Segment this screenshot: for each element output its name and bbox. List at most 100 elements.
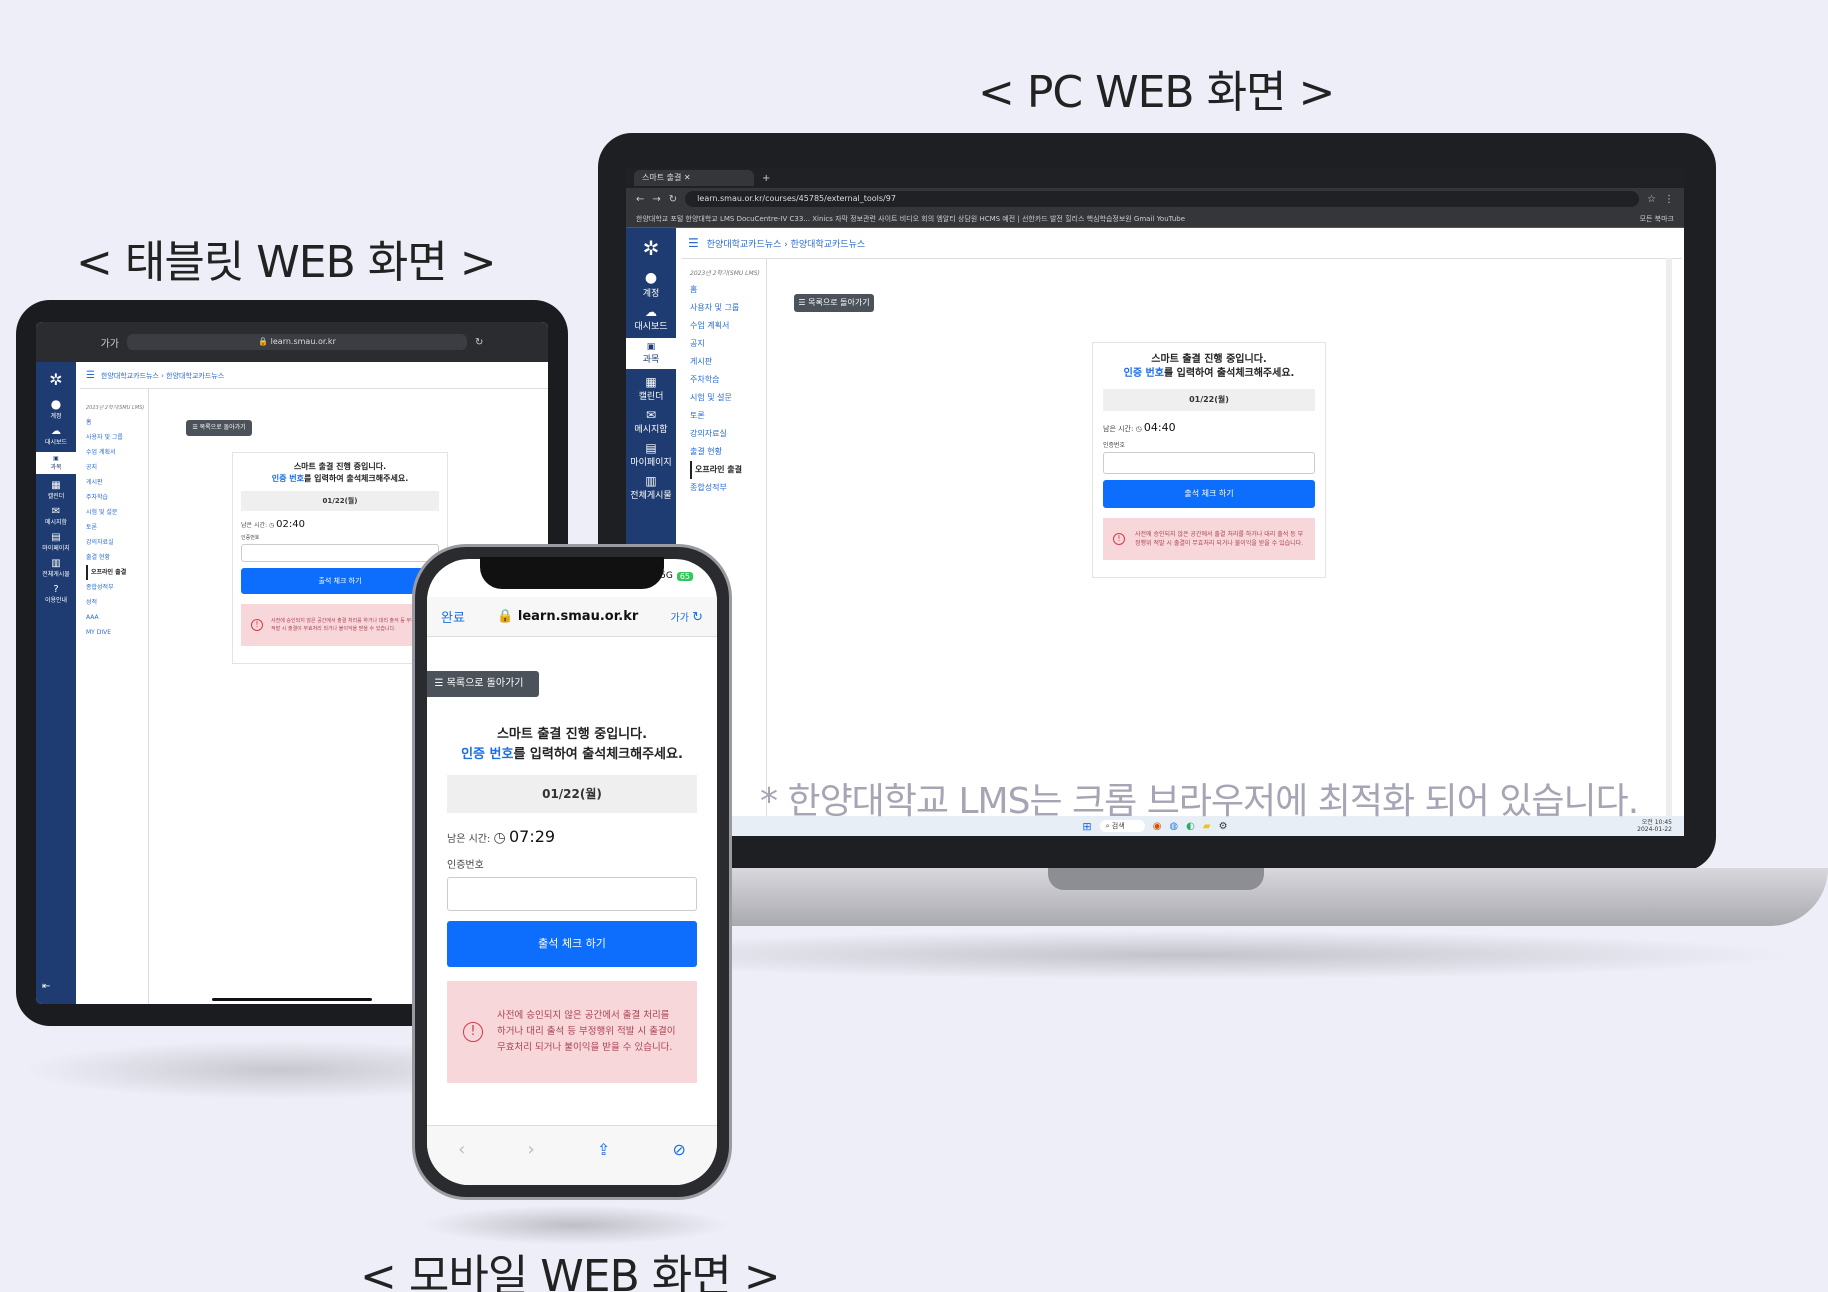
allposts-icon[interactable]: ▥ (36, 558, 76, 569)
reload-icon[interactable]: ↻ (692, 610, 703, 625)
lms-logo-icon[interactable]: ✲ (36, 370, 76, 389)
tablet-side-weekly[interactable]: 주차학습 (86, 490, 148, 505)
allposts-icon[interactable]: ▥ (626, 474, 676, 488)
back-chevron-icon[interactable]: ‹ (458, 1139, 465, 1160)
all-bookmarks[interactable]: 모든 북마크 (1640, 210, 1674, 227)
star-icon[interactable]: ☆ (1647, 194, 1656, 205)
url-input[interactable]: learn.smau.or.kr/courses/45785/external_… (685, 191, 1640, 207)
dashboard-icon[interactable]: ☁ (36, 426, 76, 437)
nav-item-dashboard[interactable]: 대시보드 (626, 319, 676, 332)
account-icon[interactable]: ● (626, 270, 676, 286)
reload-icon[interactable]: ↻ (669, 194, 677, 205)
tablet-side-score[interactable]: 성적 (86, 595, 148, 610)
tablet-side-exam[interactable]: 시험 및 설문 (86, 505, 148, 520)
side-link-syllabus[interactable]: 수업 계획서 (690, 317, 762, 335)
tablet-attendance-submit-button[interactable]: 출석 체크 하기 (241, 568, 439, 594)
page-scrollbar[interactable] (1666, 258, 1672, 818)
tablet-side-notice[interactable]: 공지 (86, 460, 148, 475)
side-link-home[interactable]: 홈 (690, 281, 762, 299)
back-to-list-button[interactable]: ☰ 목록으로 돌아가기 (794, 294, 874, 312)
tablet-side-grades[interactable]: 종합성적부 (86, 580, 148, 595)
aa-label[interactable]: 가가 (101, 335, 119, 350)
mypage-icon[interactable]: ▤ (626, 441, 676, 455)
collapse-nav-icon[interactable]: ⇤ (42, 981, 50, 992)
breadcrumb-text[interactable]: 한양대학교카드뉴스 › 한양대학교카드뉴스 (707, 237, 865, 250)
mobile-url[interactable]: 🔒 learn.smau.or.kr (497, 609, 638, 624)
attendance-submit-button[interactable]: 출석 체크 하기 (1103, 480, 1315, 508)
mobile-attendance-submit-button[interactable]: 출석 체크 하기 (447, 921, 697, 967)
side-link-grades[interactable]: 종합성적부 (690, 479, 762, 497)
tablet-nav-help[interactable]: 이용안내 (36, 595, 76, 604)
side-link-notice[interactable]: 공지 (690, 335, 762, 353)
tablet-breadcrumb-text[interactable]: 한양대학교카드뉴스 › 한양대학교카드뉴스 (101, 371, 224, 381)
compass-icon[interactable]: ⊘ (672, 1140, 685, 1159)
side-link-exam[interactable]: 시험 및 설문 (690, 389, 762, 407)
calendar-icon[interactable]: ▦ (626, 375, 676, 389)
tablet-side-offline-attendance[interactable]: 오프라인 출결 (86, 565, 148, 580)
tablet-side-discussion[interactable]: 토론 (86, 520, 148, 535)
side-link-materials[interactable]: 강의자료실 (690, 425, 762, 443)
dashboard-icon[interactable]: ☁ (626, 305, 676, 319)
account-icon[interactable]: ● (36, 397, 76, 411)
mobile-back-to-list-button[interactable]: ☰ 목록으로 돌아가기 (427, 671, 539, 697)
nav-item-account[interactable]: 계정 (626, 286, 676, 299)
mobile-auth-code-input[interactable] (447, 877, 697, 911)
tablet-side-materials[interactable]: 강의자료실 (86, 535, 148, 550)
help-icon[interactable]: ? (36, 584, 76, 595)
chrome-address-bar: ← → ↻ learn.smau.or.kr/courses/45785/ext… (626, 188, 1684, 210)
phone-screen: ▂▄▆ 5G 65 완료 🔒 learn.smau.or.kr 가가 ↻ ☰ 목… (427, 559, 717, 1185)
back-arrow-icon[interactable]: ← (636, 194, 644, 205)
tablet-side-users[interactable]: 사용자 및 그룹 (86, 430, 148, 445)
pc-caption: < PC WEB 화면 > (978, 67, 1335, 118)
tablet-side-attendance[interactable]: 출결 현황 (86, 550, 148, 565)
inbox-icon[interactable]: ✉ (36, 506, 76, 517)
mypage-icon[interactable]: ▤ (36, 532, 76, 543)
tablet-nav-inbox[interactable]: 메시지함 (36, 517, 76, 526)
tablet-auth-code-input[interactable] (241, 544, 439, 562)
share-icon[interactable]: ⇪ (597, 1140, 610, 1159)
hamburger-icon[interactable]: ☰ (86, 370, 95, 381)
tablet-side-home[interactable]: 홈 (86, 415, 148, 430)
nav-item-courses[interactable]: ▣ 과목 (626, 338, 676, 369)
nav-item-mypage[interactable]: 마이페이지 (626, 455, 676, 468)
tablet-nav-allposts[interactable]: 전체게시물 (36, 569, 76, 578)
bookmark-list[interactable]: 한양대학교 포털 한양대학교 LMS DocuCentre-IV C33... … (636, 215, 1185, 223)
done-button[interactable]: 완료 (441, 607, 465, 626)
side-link-board[interactable]: 게시판 (690, 353, 762, 371)
tablet-nav-mypage[interactable]: 마이페이지 (36, 543, 76, 552)
side-link-weekly[interactable]: 주차학습 (690, 371, 762, 389)
tablet-side-board[interactable]: 게시판 (86, 475, 148, 490)
chrome-tab[interactable]: 스마트 출결 ✕ (634, 170, 754, 186)
mobile-aa[interactable]: 가가 (671, 613, 689, 624)
tablet-side-aaa[interactable]: AAA (86, 610, 148, 625)
side-link-discussion[interactable]: 토론 (690, 407, 762, 425)
tablet-nav-account[interactable]: 계정 (36, 411, 76, 420)
lms-logo-icon[interactable]: ✲ (626, 236, 676, 260)
tablet-side-mydive[interactable]: MY DIVE (86, 625, 148, 640)
courses-icon: ▣ (53, 455, 59, 462)
tablet-nav-courses[interactable]: ▣ 과목 (36, 452, 76, 474)
menu-icon[interactable]: ⋮ (1664, 194, 1674, 205)
forward-chevron-icon[interactable]: › (527, 1139, 534, 1160)
reload-icon[interactable]: ↻ (475, 337, 483, 348)
tablet-back-to-list-button[interactable]: ☰ 목록으로 돌아가기 (186, 420, 252, 436)
nav-item-inbox[interactable]: 메시지함 (626, 422, 676, 435)
tablet-nav-dashboard[interactable]: 대시보드 (36, 437, 76, 446)
tablet-nav-calendar[interactable]: 캘린더 (36, 491, 76, 500)
inbox-icon[interactable]: ✉ (626, 408, 676, 422)
calendar-icon[interactable]: ▦ (36, 480, 76, 491)
tablet-back-label: 목록으로 돌아가기 (199, 424, 246, 431)
side-link-users[interactable]: 사용자 및 그룹 (690, 299, 762, 317)
auth-code-input[interactable] (1103, 452, 1315, 474)
close-icon[interactable]: ✕ (684, 173, 691, 182)
side-link-attendance[interactable]: 출결 현황 (690, 443, 762, 461)
forward-arrow-icon[interactable]: → (652, 194, 660, 205)
side-link-offline-attendance[interactable]: 오프라인 출결 (690, 461, 762, 479)
tablet-url[interactable]: 🔒 learn.smau.or.kr (127, 334, 467, 350)
nav-item-calendar[interactable]: 캘린더 (626, 389, 676, 402)
hamburger-icon[interactable]: ☰ (688, 236, 699, 250)
mobile-remaining-label: 남은 시간: (447, 834, 491, 845)
new-tab-icon[interactable]: + (762, 173, 770, 184)
nav-item-allposts[interactable]: 전체게시물 (626, 488, 676, 501)
tablet-side-syllabus[interactable]: 수업 계획서 (86, 445, 148, 460)
